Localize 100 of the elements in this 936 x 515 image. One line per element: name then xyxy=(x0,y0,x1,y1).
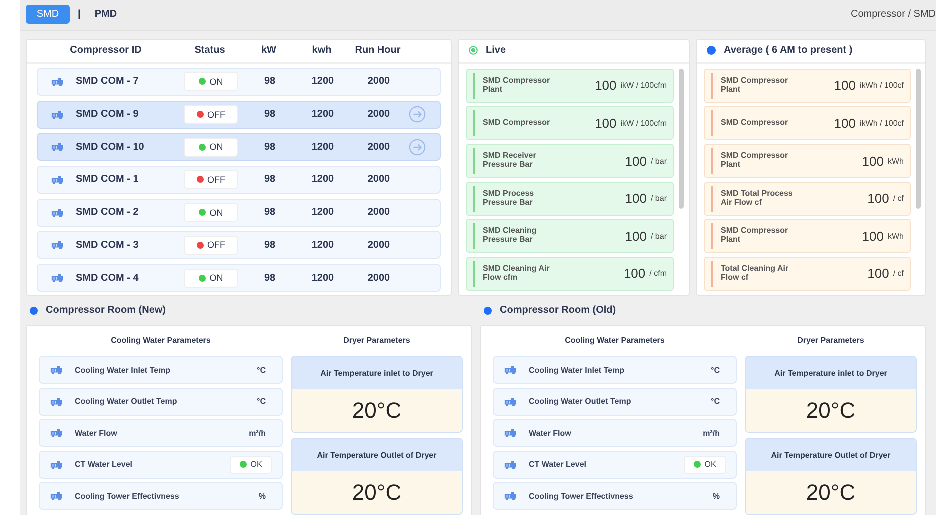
compressor-id: SMD COM - 7 xyxy=(76,76,140,88)
parameter-label: Cooling Water Outlet Temp xyxy=(75,397,178,406)
metric-label: Total Cleaning Air Flow cf xyxy=(720,265,790,283)
run-hour-value: 2000 xyxy=(366,207,392,218)
status-badge: ON xyxy=(184,203,238,222)
parameter-unit: °C xyxy=(711,366,721,374)
panel-title: Live xyxy=(486,45,506,56)
metric-unit: ikW / 100cfm xyxy=(620,118,667,128)
metric-unit: ikWh / 100cf xyxy=(860,81,904,90)
compressor-id: SMD COM - 9 xyxy=(76,109,140,120)
metric-value: 100 xyxy=(624,266,646,282)
compressor-id: SMD COM - 3 xyxy=(76,240,140,251)
dryer-label: Air Temperature Outlet of Dryer xyxy=(746,439,916,471)
metric-label: SMD Compressor Plant xyxy=(720,152,790,170)
parameter-label: CT Water Level xyxy=(529,460,586,469)
parameter-unit: °C xyxy=(257,397,267,406)
compressor-row[interactable]: SMD COM - 10 ON 98 1200 2000 xyxy=(37,133,441,162)
metric-label: SMD Cleaning Pressure Bar xyxy=(482,227,538,246)
status-badge: OFF xyxy=(184,105,238,124)
metric-label: SMD Compressor xyxy=(720,119,790,128)
run-hour-value: 2000 xyxy=(366,272,392,284)
metric-unit: ikW / 100cfm xyxy=(620,81,667,90)
metric-value: 100 xyxy=(625,228,647,244)
compressor-row[interactable]: SMD COM - 7 ON 98 1200 2000 xyxy=(37,68,441,96)
kw-value: 98 xyxy=(263,109,277,120)
section-title: Compressor Room (New) xyxy=(46,305,166,316)
status-badge: OFF xyxy=(184,170,238,190)
parameter-unit: m³/h xyxy=(249,428,267,438)
compressor-row[interactable]: SMD COM - 3 OFF 98 1200 2000 xyxy=(37,231,441,260)
compressor-row[interactable]: SMD COM - 4 ON 98 1200 2000 xyxy=(37,264,441,292)
column-title: Cooling Water Parameters xyxy=(564,335,666,347)
temperature-value: 20°C xyxy=(746,389,916,432)
kw-value: 98 xyxy=(263,174,277,186)
column-title: Cooling Water Parameters xyxy=(110,335,212,347)
metric-label: SMD Total Process Air Flow cf xyxy=(720,190,794,208)
kw-value: 98 xyxy=(263,142,277,153)
column-header: Compressor ID xyxy=(69,45,143,56)
compressor-row[interactable]: SMD COM - 9 OFF 98 1200 2000 xyxy=(37,100,441,129)
column-header: Status xyxy=(194,45,226,56)
metric-unit: / cf xyxy=(893,269,904,278)
metric-unit: / bar xyxy=(650,156,667,166)
column-header: kW xyxy=(260,45,278,56)
compressor-row[interactable]: SMD COM - 2 ON 98 1200 2000 xyxy=(37,198,441,227)
kw-value: 98 xyxy=(263,76,277,88)
parameter-label: Cooling Water Inlet Temp xyxy=(529,366,625,374)
column-header: kwh xyxy=(311,45,333,56)
tab[interactable]: PMD xyxy=(86,5,126,24)
status-badge: ON xyxy=(184,72,238,92)
metric-label: SMD Compressor Plant xyxy=(720,227,790,246)
kwh-value: 1200 xyxy=(310,76,336,88)
status-badge: OK xyxy=(230,456,272,474)
kwh-value: 1200 xyxy=(310,272,336,284)
metric-value: 100 xyxy=(625,154,647,169)
kw-value: 98 xyxy=(263,207,277,218)
run-hour-value: 2000 xyxy=(366,142,392,153)
kwh-value: 1200 xyxy=(310,109,336,120)
metric-label: SMD Receiver Pressure Bar xyxy=(482,152,538,170)
parameter-unit: °C xyxy=(711,397,721,406)
temperature-value: 20°C xyxy=(746,471,916,514)
parameter-label: Cooling Tower Effectivness xyxy=(529,492,634,500)
metric-value: 100 xyxy=(868,191,890,206)
run-hour-value: 2000 xyxy=(366,240,392,251)
metric-value: 100 xyxy=(625,191,647,206)
parameter-unit: m³/h xyxy=(703,428,721,438)
parameter-label: Cooling Tower Effectivness xyxy=(75,492,180,500)
compressor-id: SMD COM - 2 xyxy=(76,207,140,218)
metric-unit: kWh xyxy=(888,156,904,166)
metric-value: 100 xyxy=(862,228,884,244)
parameter-unit: % xyxy=(712,492,721,500)
temperature-value: 20°C xyxy=(292,389,462,432)
dryer-label: Air Temperature inlet to Dryer xyxy=(746,357,916,389)
column-header: Run Hour xyxy=(354,45,402,56)
status-badge: ON xyxy=(184,268,238,288)
kwh-value: 1200 xyxy=(310,142,336,153)
parameter-label: Cooling Water Outlet Temp xyxy=(529,397,632,406)
parameter-label: CT Water Level xyxy=(75,460,132,469)
dryer-label: Air Temperature inlet to Dryer xyxy=(292,357,462,389)
compressor-id: SMD COM - 4 xyxy=(76,272,140,284)
status-badge: OK xyxy=(684,456,726,474)
column-title: Dryer Parameters xyxy=(796,335,866,347)
metric-label: SMD Cleaning Air Flow cfm xyxy=(482,265,551,283)
metric-unit: / bar xyxy=(650,194,667,204)
parameter-label: Water Flow xyxy=(75,428,118,438)
section-title: Compressor Room (Old) xyxy=(500,305,616,316)
temperature-value: 20°C xyxy=(292,471,462,514)
run-hour-value: 2000 xyxy=(366,109,392,120)
metric-unit: / bar xyxy=(650,232,667,241)
compressor-id: SMD COM - 1 xyxy=(76,174,140,186)
kw-value: 98 xyxy=(263,240,277,251)
kw-value: 98 xyxy=(263,272,277,284)
parameter-unit: % xyxy=(258,492,267,500)
status-badge: OFF xyxy=(184,236,238,255)
metric-value: 100 xyxy=(595,116,617,131)
column-title: Dryer Parameters xyxy=(342,335,412,347)
dryer-label: Air Temperature Outlet of Dryer xyxy=(292,439,462,471)
parameter-label: Water Flow xyxy=(529,428,572,438)
metric-label: SMD Compressor Plant xyxy=(482,77,552,95)
breadcrumb: Compressor / SMD xyxy=(850,9,936,20)
compressor-row[interactable]: SMD COM - 1 OFF 98 1200 2000 xyxy=(37,166,441,194)
status-badge: ON xyxy=(184,138,238,157)
